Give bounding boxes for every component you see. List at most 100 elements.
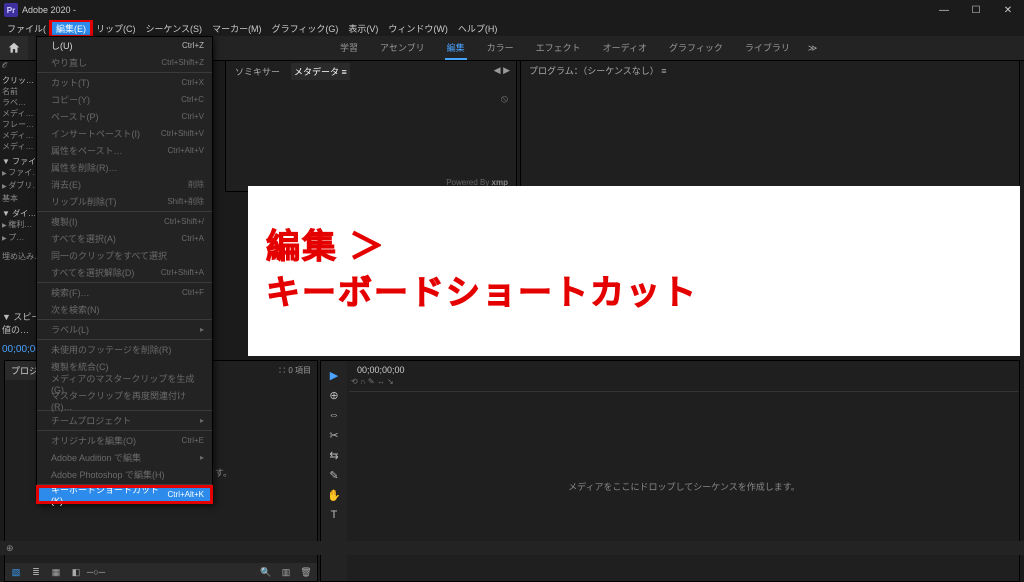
window-title: Adobe 2020 - — [22, 5, 76, 15]
home-button[interactable] — [0, 36, 28, 60]
status-bar: ⊕ — [0, 541, 1024, 555]
menu-item-label: カット(T) — [51, 76, 90, 89]
menu-marker[interactable]: マーカー(M) — [207, 21, 267, 36]
li: 基本 — [0, 193, 36, 204]
li[interactable]: プ… — [0, 232, 36, 245]
menu-item-shortcut: Ctrl+Z — [182, 41, 204, 50]
annotation-line2: キーボードショートカット — [266, 271, 1020, 317]
li: メディ… — [0, 130, 36, 141]
ws-library[interactable]: ライブラリ — [743, 37, 792, 60]
li: 名前 — [0, 86, 36, 97]
menu-item: 検索(F)…Ctrl+F — [37, 284, 212, 301]
new-item-icon[interactable]: ▥ — [279, 565, 293, 579]
project-footer: ▧ ≣ ▦ ◧ ─○─ 🔍 ▥ 🗑 — [5, 563, 317, 581]
program-header: プログラム：（シーケンスなし） ≡ — [521, 61, 1019, 80]
pen-tool-icon[interactable]: ✎ — [325, 467, 343, 483]
src-body — [226, 79, 516, 191]
selection-tool-icon[interactable]: ▶ — [325, 367, 343, 383]
menu-clip[interactable]: リップ(C) — [91, 21, 141, 36]
left-search-row[interactable]: 𝒪 — [0, 60, 36, 71]
ripple-tool-icon[interactable]: ⇔ — [325, 407, 343, 423]
ws-color[interactable]: カラー — [485, 37, 516, 60]
menu-item-label: インサートペースト(I) — [51, 127, 140, 140]
menu-graphic[interactable]: グラフィック(G) — [267, 21, 344, 36]
ws-graphic[interactable]: グラフィック — [667, 37, 725, 60]
maximize-button[interactable]: ☐ — [960, 0, 992, 20]
menu-item-shortcut: Ctrl+V — [182, 112, 204, 121]
menu-window[interactable]: ウィンドウ(W) — [383, 21, 453, 36]
menu-separator — [37, 72, 212, 73]
menu-item: ペースト(P)Ctrl+V — [37, 108, 212, 125]
new-bin-icon[interactable]: ▧ — [9, 565, 23, 579]
razor-tool-icon[interactable]: ✂ — [325, 427, 343, 443]
menu-item-label: 属性を削除(R)… — [51, 161, 118, 174]
slip-tool-icon[interactable]: ⇆ — [325, 447, 343, 463]
window-controls: — ☐ ✕ — [928, 0, 1024, 20]
menu-item: ラベル(L) — [37, 321, 212, 338]
menu-sequence[interactable]: シーケンス(S) — [141, 21, 208, 36]
menu-item-label: すべてを選択(A) — [51, 232, 116, 245]
title-bar: Pr Adobe 2020 - — ☐ ✕ — [0, 0, 1024, 20]
menu-item: マスタークリップを再度関連付け(R)… — [37, 392, 212, 409]
menu-item-label: Adobe Photoshop で編集(H) — [51, 468, 165, 481]
trash-icon[interactable]: 🗑 — [299, 565, 313, 579]
menu-item-shortcut: Ctrl+F — [182, 288, 204, 297]
menu-item: すべてを選択解除(D)Ctrl+Shift+A — [37, 264, 212, 281]
menu-file[interactable]: ファイル( — [2, 21, 51, 36]
left-group-clip: クリッ… — [0, 75, 36, 86]
menu-item-label: ラベル(L) — [51, 323, 89, 336]
timeline-header-icons[interactable]: ⟲ ∩ ✎ ↔ ↘ — [351, 377, 394, 386]
menu-item-shortcut: Ctrl+Shift+Z — [161, 58, 204, 67]
menu-item[interactable]: キーボードショートカット(K)…Ctrl+Alt+K — [37, 486, 212, 503]
menu-item: Adobe Audition で編集 — [37, 449, 212, 466]
menu-item-label: コピー(Y) — [51, 93, 90, 106]
menu-item-shortcut: Ctrl+A — [182, 234, 204, 243]
edit-menu-dropdown: し(U)Ctrl+Zやり直しCtrl+Shift+Zカット(T)Ctrl+Xコピ… — [36, 36, 213, 504]
freeform-view-icon[interactable]: ◧ — [69, 565, 83, 579]
type-tool-icon[interactable]: T — [325, 507, 343, 523]
icon-view-icon[interactable]: ▦ — [49, 565, 63, 579]
menu-view[interactable]: 表示(V) — [343, 21, 383, 36]
menu-bar: ファイル( 編集(E) リップ(C) シーケンス(S) マーカー(M) グラフィ… — [0, 20, 1024, 36]
menu-item-label: リップル削除(T) — [51, 195, 117, 208]
left-group-file[interactable]: ▼ ファイ… — [0, 156, 36, 167]
menu-item-shortcut: Ctrl+Shift+/ — [164, 217, 204, 226]
tab-source-mixer[interactable]: ソミキサー — [232, 63, 283, 80]
close-button[interactable]: ✕ — [992, 0, 1024, 20]
zoom-slider[interactable]: ─○─ — [89, 565, 103, 579]
source-metadata-panel: ソミキサー メタデータ ≡ ◀ ▶ ⦸ Powered By xmp — [225, 60, 517, 192]
menu-item-shortcut: Ctrl+C — [181, 95, 204, 104]
menu-item: 属性をペースト…Ctrl+Alt+V — [37, 142, 212, 159]
li: メディ… — [0, 108, 36, 119]
menu-item-shortcut: Ctrl+Alt+K — [168, 490, 204, 499]
menu-item-shortcut: Shift+削除 — [167, 196, 204, 207]
project-item-count: ∷ 0 項目 — [278, 365, 311, 376]
minimize-button[interactable]: — — [928, 0, 960, 20]
timeline-timecode[interactable]: 00;00;00;00 — [349, 361, 1019, 379]
ws-overflow[interactable]: ≫ — [808, 43, 817, 54]
track-select-tool-icon[interactable]: ⊕ — [325, 387, 343, 403]
ws-learn[interactable]: 学習 — [338, 37, 360, 60]
menu-item: 消去(E)削除 — [37, 176, 212, 193]
menu-item[interactable]: し(U)Ctrl+Z — [37, 37, 212, 54]
ws-assembly[interactable]: アセンブリ — [378, 37, 427, 60]
tab-metadata[interactable]: メタデータ ≡ — [291, 63, 350, 80]
hand-tool-icon[interactable]: ✋ — [325, 487, 343, 503]
menu-item: インサートペースト(I)Ctrl+Shift+V — [37, 125, 212, 142]
search-icon[interactable]: 🔍 — [259, 565, 273, 579]
menu-item-label: すべてを選択解除(D) — [51, 266, 134, 279]
left-group-dyn[interactable]: ▼ ダイ… — [0, 208, 36, 219]
li[interactable]: 権利… — [0, 219, 36, 232]
ws-effect[interactable]: エフェクト — [534, 37, 583, 60]
menu-item-label: マスタークリップを再度関連付け(R)… — [51, 389, 204, 412]
ws-audio[interactable]: オーディオ — [601, 37, 649, 60]
menu-item-label: キーボードショートカット(K)… — [51, 483, 168, 506]
ws-edit[interactable]: 編集 — [445, 37, 467, 60]
menu-item: すべてを選択(A) Ctrl+A — [37, 230, 212, 247]
menu-help[interactable]: ヘルプ(H) — [453, 21, 503, 36]
src-nav[interactable]: ◀ ▶ — [494, 65, 510, 76]
li[interactable]: ダブリ… — [0, 180, 36, 193]
menu-edit[interactable]: 編集(E) — [51, 21, 91, 36]
list-view-icon[interactable]: ≣ — [29, 565, 43, 579]
li[interactable]: ファイ… — [0, 167, 36, 180]
